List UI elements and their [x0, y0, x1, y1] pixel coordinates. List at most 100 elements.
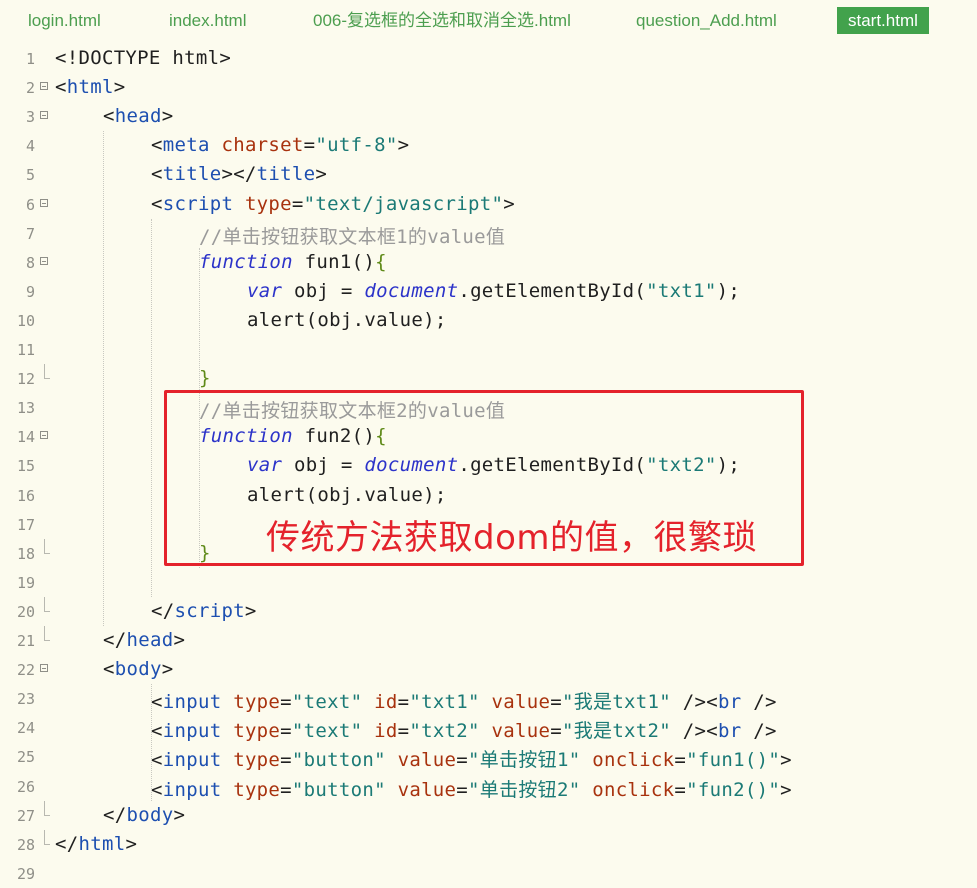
fold-toggle-icon[interactable]: [40, 431, 48, 440]
code-line[interactable]: 24 <input type="text" id="txt2" value="我是…: [0, 713, 977, 742]
code-token: =: [280, 778, 292, 801]
tab-login-html[interactable]: login.html: [28, 9, 101, 35]
code-token: =: [456, 749, 469, 772]
code-line[interactable]: 1 <!DOCTYPE html>: [0, 44, 977, 73]
code-line[interactable]: 26 <input type="button" value="单击按钮2" onc…: [0, 772, 977, 801]
code-line[interactable]: 29: [0, 859, 977, 888]
code-line[interactable]: 8 function fun1(){: [0, 248, 977, 277]
code-line[interactable]: 20 </script>: [0, 596, 977, 626]
code-token: <: [151, 134, 163, 157]
fold-toggle-icon[interactable]: [40, 256, 48, 265]
code-token: >: [173, 803, 186, 826]
tab-index-html[interactable]: index.html: [169, 9, 246, 35]
code-line[interactable]: 12}: [0, 364, 977, 393]
code-token: {: [375, 250, 387, 273]
code-token: </: [103, 803, 127, 826]
code-line[interactable]: 23 <input type="text" id="txt1" value="我是…: [0, 684, 977, 713]
fold-toggle-icon[interactable]: [40, 664, 48, 673]
fold-toggle-icon[interactable]: [40, 198, 48, 207]
code-line[interactable]: 7 //单击按钮获取文本框1的value值: [0, 219, 977, 248]
line-number: 1: [25, 50, 35, 68]
indent-guide: [151, 684, 152, 801]
code-token: head: [126, 629, 174, 651]
code-token: value: [491, 691, 551, 714]
code-line[interactable]: 4 <meta charset="utf-8">: [0, 131, 977, 160]
code-token: "txt2": [409, 720, 480, 743]
line-number: 20: [16, 602, 35, 621]
code-token: />: [741, 720, 777, 743]
code-token: //单击按钮获取文本框1的value值: [199, 225, 506, 248]
code-token: </: [55, 832, 79, 855]
code-token: }: [199, 367, 211, 390]
code-line[interactable]: 10 alert(obj.value);: [0, 306, 977, 335]
code-token: "button": [291, 778, 386, 801]
code-line[interactable]: 22 <body>: [0, 655, 977, 684]
code-token: .getElementById(: [458, 279, 647, 302]
code-text: alert(obj.value);: [247, 309, 447, 331]
code-line[interactable]: 6 <script type="text/javascript">: [0, 190, 977, 219]
line-number: 10: [16, 311, 35, 330]
code-token: "text": [291, 720, 363, 743]
code-token: >: [244, 599, 257, 622]
line-number: 22: [16, 661, 35, 680]
code-line[interactable]: 11: [0, 335, 977, 364]
code-token: script: [162, 192, 234, 215]
code-token: onclick: [592, 778, 675, 801]
line-number: 27: [16, 806, 35, 825]
code-line[interactable]: 21 </head>: [0, 626, 977, 655]
code-token: "我是txt2": [561, 720, 672, 743]
tab-start-html[interactable]: start.html: [837, 7, 929, 34]
code-token: html: [66, 76, 114, 99]
line-number: 2: [25, 79, 35, 98]
code-text: <html>: [55, 76, 125, 98]
code-token: <: [103, 658, 115, 681]
code-token: "button": [291, 749, 386, 772]
code-token: value: [397, 778, 457, 801]
code-token: =: [303, 134, 316, 157]
code-token: input: [162, 778, 222, 801]
code-token: value: [397, 749, 457, 772]
code-token: >: [113, 76, 126, 99]
tab-question-add-html[interactable]: question_Add.html: [636, 9, 777, 35]
fold-toggle-icon[interactable]: [40, 82, 48, 91]
code-token: type: [233, 749, 281, 772]
code-text: <input type="text" id="txt2" value="我是tx…: [151, 716, 777, 743]
code-token: input: [162, 749, 222, 772]
code-line[interactable]: 3 <head>: [0, 102, 977, 131]
code-token: type: [233, 778, 281, 801]
code-token: >: [315, 163, 328, 186]
code-token: alert(obj.value);: [247, 308, 447, 331]
code-token: <: [151, 749, 163, 772]
code-line[interactable]: 19: [0, 568, 977, 597]
code-line[interactable]: 2 <html>: [0, 73, 977, 102]
line-number: 6: [25, 195, 35, 214]
line-number: 19: [16, 573, 35, 592]
fold-toggle-icon[interactable]: [40, 111, 48, 120]
code-line[interactable]: 9 var obj = document.getElementById("txt1…: [0, 277, 977, 306]
line-number: 15: [16, 457, 35, 476]
code-line[interactable]: 25 <input type="button" value="单击按钮1" onc…: [0, 742, 977, 771]
line-number: 3: [25, 108, 35, 127]
line-number: 13: [16, 399, 35, 418]
code-text: <head>: [103, 105, 173, 127]
code-line[interactable]: 28 </html>: [0, 829, 977, 859]
code-token: <!DOCTYPE html>: [55, 47, 232, 69]
code-token: /><: [671, 691, 718, 714]
line-number: 26: [16, 777, 35, 796]
line-number: 4: [25, 137, 35, 156]
code-token: input: [162, 720, 222, 743]
line-number: 17: [16, 515, 35, 534]
code-token: <: [151, 720, 163, 743]
code-token: document: [364, 279, 459, 302]
code-line[interactable]: 5 <title></title>: [0, 160, 977, 189]
code-token: /><: [671, 720, 718, 743]
code-token: >: [503, 192, 515, 215]
tab-checkbox-select-all[interactable]: 006-复选框的全选和取消全选.html: [313, 9, 571, 35]
code-line[interactable]: 27 </body>: [0, 800, 977, 830]
code-token: fun1(): [292, 250, 376, 273]
code-token: charset: [221, 134, 304, 157]
code-token: html: [78, 832, 126, 855]
